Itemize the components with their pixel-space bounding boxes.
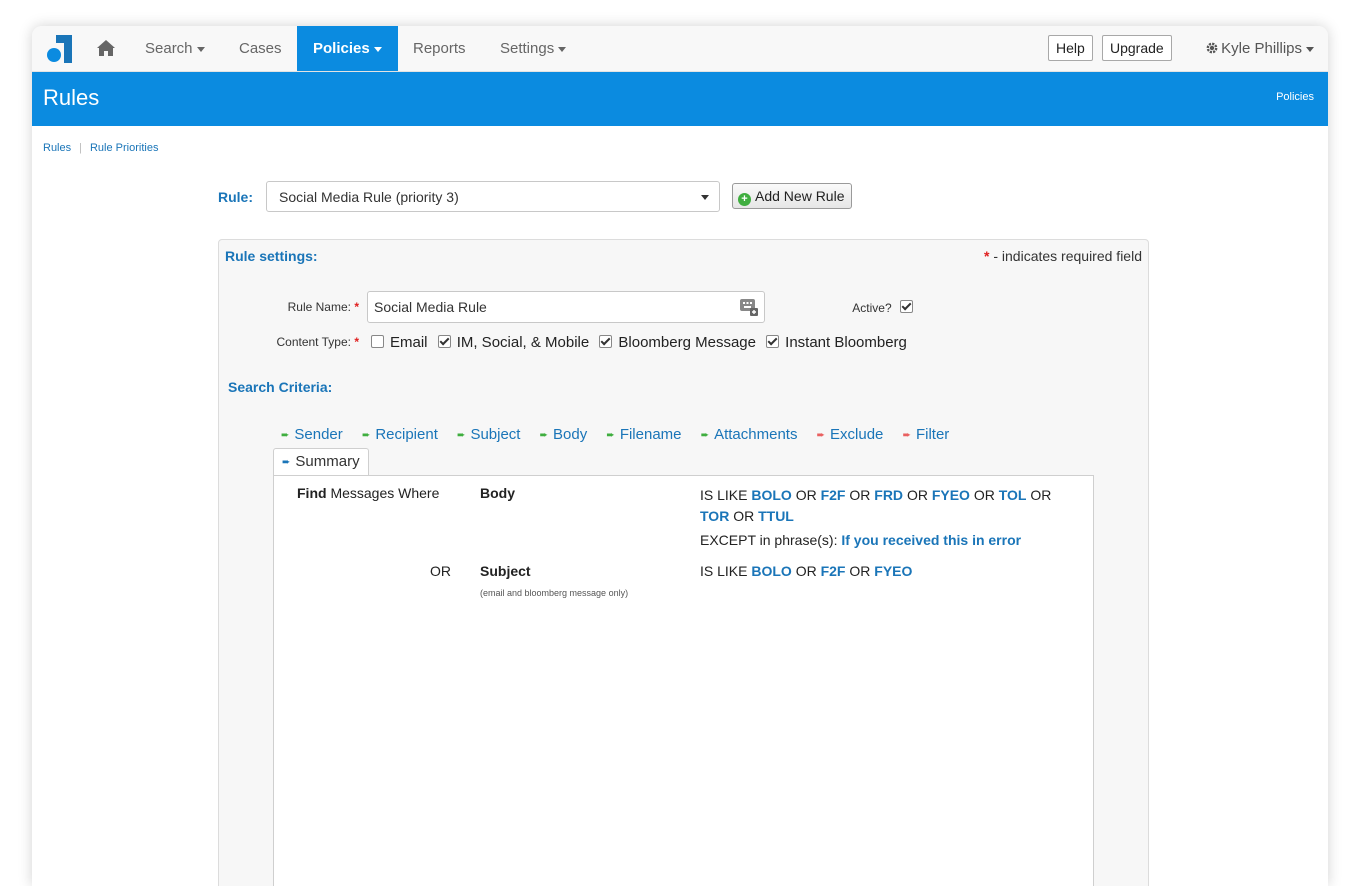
rule-select[interactable]: Social Media Rule (priority 3) xyxy=(266,181,720,212)
active-checkbox[interactable] xyxy=(900,300,913,313)
im-social-mobile-checkbox[interactable] xyxy=(437,335,451,348)
summary-box: Find Messages Where Body IS LIKE BOLO OR… xyxy=(273,475,1094,886)
breadcrumb-separator: | xyxy=(79,142,82,154)
chevron-down-icon xyxy=(701,195,709,200)
rule-name-label: Rule Name: * xyxy=(287,300,359,314)
summary-except-line: EXCEPT in phrase(s): If you received thi… xyxy=(700,532,1022,548)
rule-label: Rule: xyxy=(218,189,253,205)
content-type-bloomberg-message[interactable]: Bloomberg Message xyxy=(599,334,756,351)
panel-title: Rule settings: xyxy=(225,248,318,264)
nav-settings[interactable]: Settings xyxy=(500,26,567,71)
nav-policies[interactable]: Policies xyxy=(297,26,398,71)
chevron-down-icon xyxy=(196,46,205,52)
chevron-down-icon xyxy=(1306,46,1314,52)
tab-summary[interactable]: ➨ Summary xyxy=(273,448,369,475)
arrow-right-icon: ➨ xyxy=(457,430,466,441)
rule-name-input[interactable]: Social Media Rule xyxy=(367,291,765,323)
breadcrumb: Rules | Rule Priorities xyxy=(43,142,158,154)
summary-field-subject: Subject xyxy=(480,563,531,579)
breadcrumb-rules[interactable]: Rules xyxy=(43,142,71,154)
summary-field-body: Body xyxy=(480,485,515,501)
email-checkbox[interactable] xyxy=(371,335,384,348)
content-type-options: Email IM, Social, & Mobile Bloomberg Mes… xyxy=(371,334,913,351)
help-button[interactable]: Help xyxy=(1048,35,1093,61)
tab-filename[interactable]: ➨ Filename xyxy=(606,426,681,443)
arrow-right-icon: ➨ xyxy=(700,430,710,441)
rule-select-value: Social Media Rule (priority 3) xyxy=(279,189,459,205)
keyboard-icon[interactable] xyxy=(740,298,758,316)
content-type-email[interactable]: Email xyxy=(371,334,428,351)
rule-settings-panel: Rule settings: * - indicates required fi… xyxy=(218,239,1149,886)
summary-body-terms: IS LIKE BOLO OR F2F OR FRD OR FYEO OR TO… xyxy=(700,485,1080,551)
arrow-right-icon: ➨ xyxy=(281,430,290,441)
add-new-rule-button[interactable]: + Add New Rule xyxy=(732,183,852,209)
content-type-label: Content Type: * xyxy=(276,335,359,349)
arrow-right-icon: ➨ xyxy=(282,457,291,468)
chevron-down-icon xyxy=(373,46,382,52)
app-logo-icon[interactable] xyxy=(46,35,72,63)
upgrade-button[interactable]: Upgrade xyxy=(1102,35,1172,61)
arrow-right-icon: ➨ xyxy=(606,430,615,441)
instant-bloomberg-checkbox[interactable] xyxy=(766,335,780,348)
required-note: * - indicates required field xyxy=(984,248,1142,264)
page-header: Rules Policies xyxy=(32,72,1328,126)
page-title: Rules xyxy=(43,85,100,110)
nav-reports[interactable]: Reports xyxy=(413,26,466,71)
chevron-down-icon xyxy=(558,46,567,52)
summary-subject-note: (email and bloomberg message only) xyxy=(480,588,629,598)
tab-recipient[interactable]: ➨ Recipient xyxy=(362,426,438,443)
user-menu[interactable]: Kyle Phillips xyxy=(1206,26,1314,71)
search-criteria-title: Search Criteria: xyxy=(228,379,333,395)
plus-icon: + xyxy=(738,193,751,206)
arrow-right-icon: ➨ xyxy=(902,430,911,441)
summary-find-label: Find Messages Where xyxy=(297,485,440,501)
tab-attachments[interactable]: ➨ Attachments xyxy=(701,426,798,443)
bloomberg-message-checkbox[interactable] xyxy=(599,335,613,348)
arrow-right-icon: ➨ xyxy=(539,430,549,441)
arrow-right-icon: ➨ xyxy=(361,430,371,441)
tab-exclude[interactable]: ➨ Exclude xyxy=(817,426,884,443)
nav-search[interactable]: Search xyxy=(145,26,205,71)
home-icon[interactable] xyxy=(96,39,116,57)
arrow-right-icon: ➨ xyxy=(816,430,826,441)
summary-subject-terms: IS LIKE BOLO OR F2F OR FYEO xyxy=(700,563,913,579)
content-type-instant-bloomberg[interactable]: Instant Bloomberg xyxy=(766,334,907,351)
nav-cases[interactable]: Cases xyxy=(239,26,282,71)
app-window: Search Cases Policies Reports Settings H… xyxy=(32,26,1328,886)
gear-icon xyxy=(1206,42,1218,54)
breadcrumb-rule-priorities[interactable]: Rule Priorities xyxy=(90,142,158,154)
header-policies-link[interactable]: Policies xyxy=(1276,91,1314,103)
criteria-tabs: ➨ Sender ➨ Recipient ➨ Subject ➨ Body ➨ Filen… xyxy=(281,426,964,443)
summary-or-connector: OR xyxy=(430,563,451,579)
content-type-im-social-mobile[interactable]: IM, Social, & Mobile xyxy=(437,334,589,351)
tab-subject[interactable]: ➨ Subject xyxy=(457,426,520,443)
tab-sender[interactable]: ➨ Sender xyxy=(281,426,343,443)
active-label: Active? xyxy=(819,300,913,315)
top-navbar: Search Cases Policies Reports Settings H… xyxy=(32,26,1328,72)
tab-body[interactable]: ➨ Body xyxy=(540,426,588,443)
tab-filter[interactable]: ➨ Filter xyxy=(903,426,950,443)
